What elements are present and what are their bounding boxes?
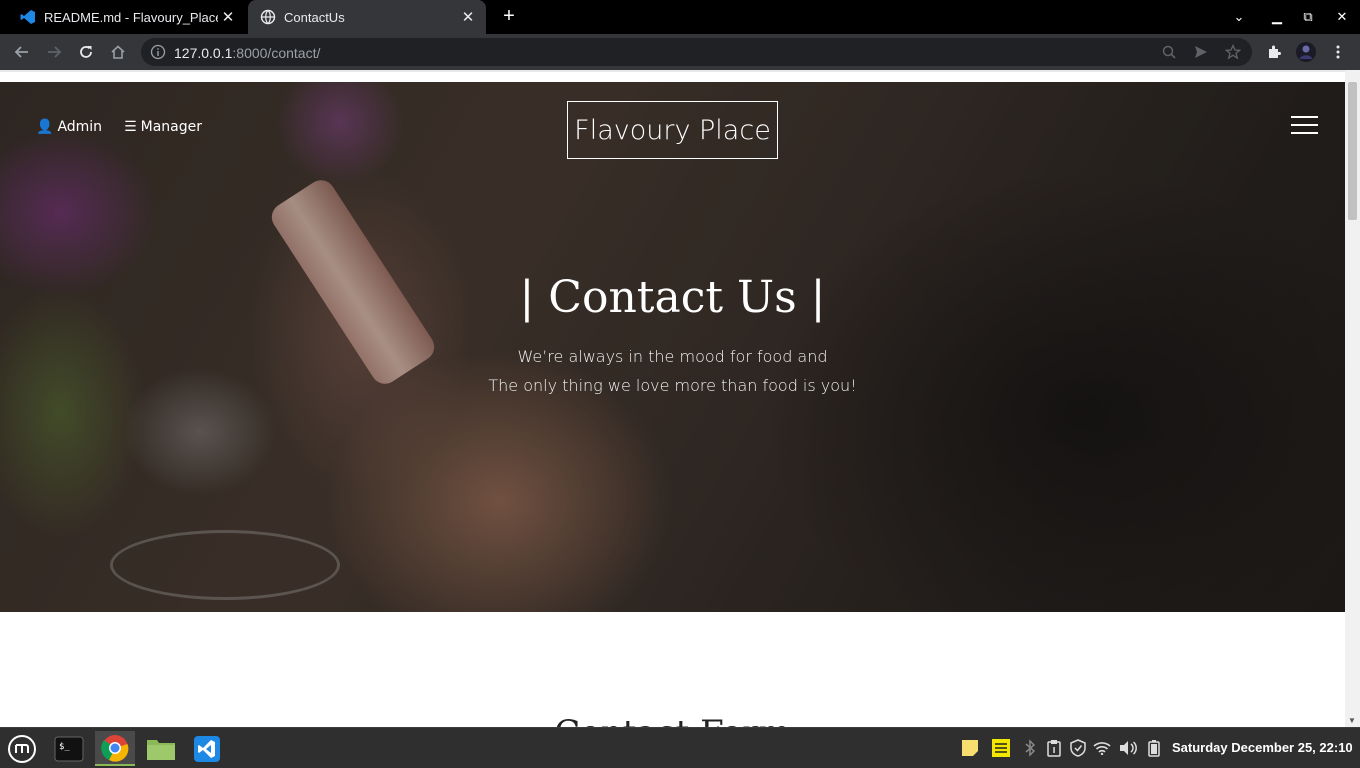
site-info-icon[interactable] (150, 44, 166, 60)
brand-logo[interactable]: Flavoury Place (567, 101, 778, 159)
close-tab-icon[interactable]: ✕ (218, 8, 238, 26)
url-text: 127.0.0.1:8000/contact/ (174, 45, 321, 61)
user-icon: 👤 (36, 119, 54, 135)
extensions-icon[interactable] (1262, 40, 1286, 64)
globe-icon (260, 9, 276, 25)
wifi-icon[interactable] (1092, 738, 1112, 758)
chrome-icon[interactable] (95, 731, 135, 766)
browser-tab-strip: README.md - Flavoury_Place ✕ ContactUs ✕… (0, 0, 1360, 34)
page-viewport: 👤 Admin ☰ Manager Flavoury Place | Contact… (0, 70, 1360, 727)
notes-list-icon[interactable] (991, 738, 1011, 758)
tab-contactus[interactable]: ContactUs ✕ (248, 0, 486, 34)
send-icon[interactable] (1191, 42, 1211, 62)
vscode-icon[interactable] (187, 731, 227, 766)
vscode-favicon-icon (20, 10, 35, 24)
hero-tagline-1: We’re always in the mood for food and (517, 347, 828, 366)
contact-form-heading: Contact Form (0, 713, 1345, 727)
tab-title: README.md - Flavoury_Place (44, 9, 218, 25)
home-icon[interactable] (106, 40, 130, 64)
zoom-icon[interactable] (1159, 42, 1179, 62)
menu-kebab-icon[interactable] (1326, 40, 1350, 64)
hero-tagline-2: The only thing we love more than food is… (488, 376, 857, 395)
clock[interactable]: Saturday December 25, 22:10 (1172, 740, 1353, 755)
terminal-icon[interactable]: $_ (49, 731, 89, 766)
minimize-icon[interactable]: ▁ (1267, 7, 1287, 27)
svg-text:$_: $_ (59, 742, 70, 752)
list-icon: ☰ (124, 119, 137, 135)
bookmark-star-icon[interactable] (1223, 42, 1243, 62)
files-folder-icon[interactable] (141, 731, 181, 766)
hero-nav-left: 👤 Admin ☰ Manager (36, 119, 202, 135)
sticky-notes-icon[interactable] (960, 738, 980, 758)
close-window-icon[interactable]: ✕ (1332, 7, 1352, 27)
close-tab-icon[interactable]: ✕ (458, 8, 478, 26)
profile-avatar[interactable] (1294, 40, 1318, 64)
volume-icon[interactable] (1118, 738, 1138, 758)
browser-toolbar: 127.0.0.1:8000/contact/ (0, 34, 1360, 70)
new-tab-button[interactable]: + (497, 5, 521, 29)
tab-title: ContactUs (284, 9, 345, 25)
scroll-down-arrow-icon[interactable]: ▼ (1348, 716, 1356, 725)
restore-icon[interactable]: ⧉ (1298, 7, 1318, 27)
clipboard-icon[interactable] (1044, 738, 1064, 758)
mint-menu-icon[interactable] (2, 731, 42, 766)
forward-icon[interactable] (42, 40, 66, 64)
page-top-strip (0, 70, 1345, 82)
page-scrollbar[interactable]: ▼ (1345, 70, 1360, 727)
scrollbar-thumb[interactable] (1348, 82, 1357, 220)
hero-title: | Contact Us | (519, 272, 826, 323)
battery-icon[interactable] (1144, 738, 1164, 758)
tab-readme[interactable]: README.md - Flavoury_Place ✕ (8, 0, 246, 34)
hero-banner: 👤 Admin ☰ Manager Flavoury Place | Contact… (0, 82, 1345, 612)
nav-admin-link[interactable]: 👤 Admin (36, 119, 102, 135)
hamburger-menu-icon[interactable] (1291, 116, 1318, 134)
address-bar[interactable]: 127.0.0.1:8000/contact/ (141, 38, 1252, 66)
system-taskbar: $_ Saturday December 25, 22:10 (0, 727, 1360, 768)
tab-search-icon[interactable]: ⌄ (1229, 7, 1249, 27)
back-icon[interactable] (10, 40, 34, 64)
reload-icon[interactable] (74, 40, 98, 64)
shield-icon[interactable] (1068, 738, 1088, 758)
bluetooth-icon[interactable] (1020, 738, 1040, 758)
nav-manager-link[interactable]: ☰ Manager (124, 119, 202, 135)
